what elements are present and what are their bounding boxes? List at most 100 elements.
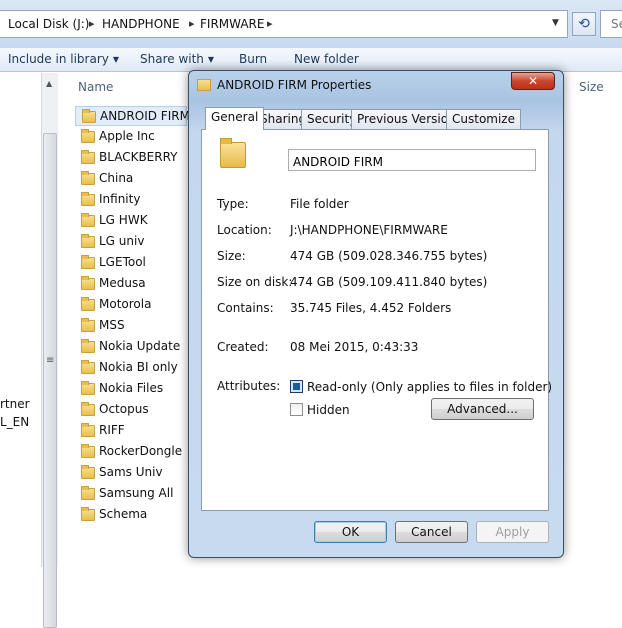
folder-row[interactable]: Medusa — [75, 274, 187, 294]
include-in-library-button[interactable]: Include in library ▼ — [8, 52, 119, 66]
apply-button[interactable]: Apply — [476, 521, 549, 543]
folder-icon — [81, 234, 95, 248]
close-button[interactable]: ✕ — [511, 72, 555, 90]
cancel-button[interactable]: Cancel — [395, 521, 468, 543]
new-folder-button[interactable]: New folder — [294, 52, 359, 66]
breadcrumb-separator-icon[interactable]: ▸ — [267, 17, 273, 30]
folder-name: Nokia BI only — [99, 360, 178, 374]
folder-icon — [81, 507, 95, 521]
address-bar-area: Local Disk (J:) ▸ HANDPHONE ▸ FIRMWARE ▸… — [0, 0, 622, 48]
folder-icon — [81, 255, 95, 269]
folder-row[interactable]: BLACKBERRY — [75, 148, 187, 168]
folder-row[interactable]: China — [75, 169, 187, 189]
folder-row[interactable]: Motorola — [75, 295, 187, 315]
divider — [216, 364, 534, 365]
folder-name: Infinity — [99, 192, 141, 206]
address-dropdown-icon[interactable]: ▼ — [552, 18, 559, 28]
refresh-icon: ⟲ — [578, 16, 590, 32]
hidden-checkbox[interactable] — [290, 403, 303, 416]
folder-name: Medusa — [99, 276, 146, 290]
search-input[interactable]: Se — [600, 10, 622, 38]
type-label: Type: — [217, 197, 249, 211]
folder-row-selected[interactable]: ANDROID FIRM — [75, 106, 190, 126]
folder-name: MSS — [99, 318, 125, 332]
folder-icon — [81, 360, 95, 374]
breadcrumb-handphone[interactable]: HANDPHONE — [102, 17, 180, 31]
folder-row[interactable]: Nokia Update — [75, 337, 187, 357]
folder-icon — [81, 297, 95, 311]
location-value: J:\HANDPHONE\FIRMWARE — [290, 223, 448, 237]
contains-value: 35.745 Files, 4.452 Folders — [290, 301, 452, 315]
folder-row[interactable]: Schema — [75, 505, 187, 525]
folder-name: BLACKBERRY — [99, 150, 178, 164]
size-label: Size: — [217, 249, 246, 263]
folder-icon — [81, 465, 95, 479]
nav-scrollbar[interactable]: ▲ ≡ — [41, 73, 58, 628]
contains-label: Contains: — [217, 301, 274, 315]
column-header-size[interactable]: Size — [579, 80, 604, 94]
scroll-up-icon[interactable]: ▲ — [46, 79, 52, 88]
tab-customize[interactable]: Customize — [446, 109, 521, 129]
command-bar: Include in library ▼ Share with ▼ Burn New… — [0, 48, 622, 72]
folder-name: Nokia Files — [99, 381, 164, 395]
chevron-down-icon: ▼ — [112, 55, 120, 64]
folder-name: China — [99, 171, 134, 185]
folder-name: RIFF — [99, 423, 125, 437]
folder-row[interactable]: LG univ — [75, 232, 187, 252]
folder-icon — [81, 339, 95, 353]
folder-name-field[interactable] — [288, 149, 536, 171]
refresh-button[interactable]: ⟲ — [572, 12, 596, 36]
share-with-label: Share with — [140, 52, 204, 66]
location-label: Location: — [217, 223, 272, 237]
ok-button[interactable]: OK — [314, 521, 387, 543]
created-label: Created: — [217, 340, 269, 354]
folder-row[interactable]: Infinity — [75, 190, 187, 210]
folder-row[interactable]: RIFF — [75, 421, 187, 441]
folder-icon — [81, 171, 95, 185]
folder-icon — [81, 276, 95, 290]
folder-row[interactable]: LG HWK — [75, 211, 187, 231]
breadcrumb-separator-icon[interactable]: ▸ — [189, 17, 195, 30]
divider — [216, 182, 534, 183]
folder-row[interactable]: Octopus — [75, 400, 187, 420]
nav-item-fragment[interactable]: rtner — [0, 397, 30, 411]
folder-icon — [81, 444, 95, 458]
breadcrumb-firmware[interactable]: FIRMWARE — [200, 17, 264, 31]
address-bar[interactable]: Local Disk (J:) ▸ HANDPHONE ▸ FIRMWARE ▸… — [0, 10, 568, 38]
tab-general[interactable]: General — [205, 107, 265, 130]
folder-row[interactable]: Samsung All — [75, 484, 187, 504]
folder-icon — [81, 192, 95, 206]
folder-row[interactable]: Nokia BI only — [75, 358, 187, 378]
folder-icon — [81, 129, 95, 143]
folder-row[interactable]: Sams Univ — [75, 463, 187, 483]
folder-name: Schema — [99, 507, 148, 521]
folder-icon — [81, 486, 95, 500]
folder-icon — [81, 150, 95, 164]
type-value: File folder — [290, 197, 349, 211]
nav-item-fragment[interactable]: L_EN — [0, 415, 29, 429]
share-with-button[interactable]: Share with ▼ — [140, 52, 214, 66]
folder-name: LG univ — [99, 234, 145, 248]
size-on-disk-label: Size on disk: — [217, 275, 293, 289]
divider — [216, 326, 534, 327]
burn-button[interactable]: Burn — [239, 52, 267, 66]
folder-name: Octopus — [99, 402, 149, 416]
folder-row[interactable]: LGETool — [75, 253, 187, 273]
folder-name: LG HWK — [99, 213, 148, 227]
scrollbar-thumb[interactable] — [43, 133, 57, 628]
chevron-down-icon: ▼ — [207, 55, 215, 64]
folder-row[interactable]: Nokia Files — [75, 379, 187, 399]
include-in-library-label: Include in library — [8, 52, 109, 66]
column-header-name[interactable]: Name — [78, 80, 113, 94]
breadcrumb-local-disk[interactable]: Local Disk (J:) — [8, 17, 89, 31]
advanced-button[interactable]: Advanced... — [431, 398, 534, 420]
folder-row[interactable]: Apple Inc — [75, 127, 187, 147]
folder-row[interactable]: RockerDongle — [75, 442, 187, 462]
breadcrumb-separator-icon[interactable]: ▸ — [89, 17, 95, 30]
folder-icon — [81, 213, 95, 227]
folder-icon — [81, 381, 95, 395]
created-value: 08 Mei 2015, 0:43:33 — [290, 340, 419, 354]
close-icon: ✕ — [527, 74, 539, 88]
folder-row[interactable]: MSS — [75, 316, 187, 336]
readonly-checkbox[interactable] — [290, 380, 303, 393]
